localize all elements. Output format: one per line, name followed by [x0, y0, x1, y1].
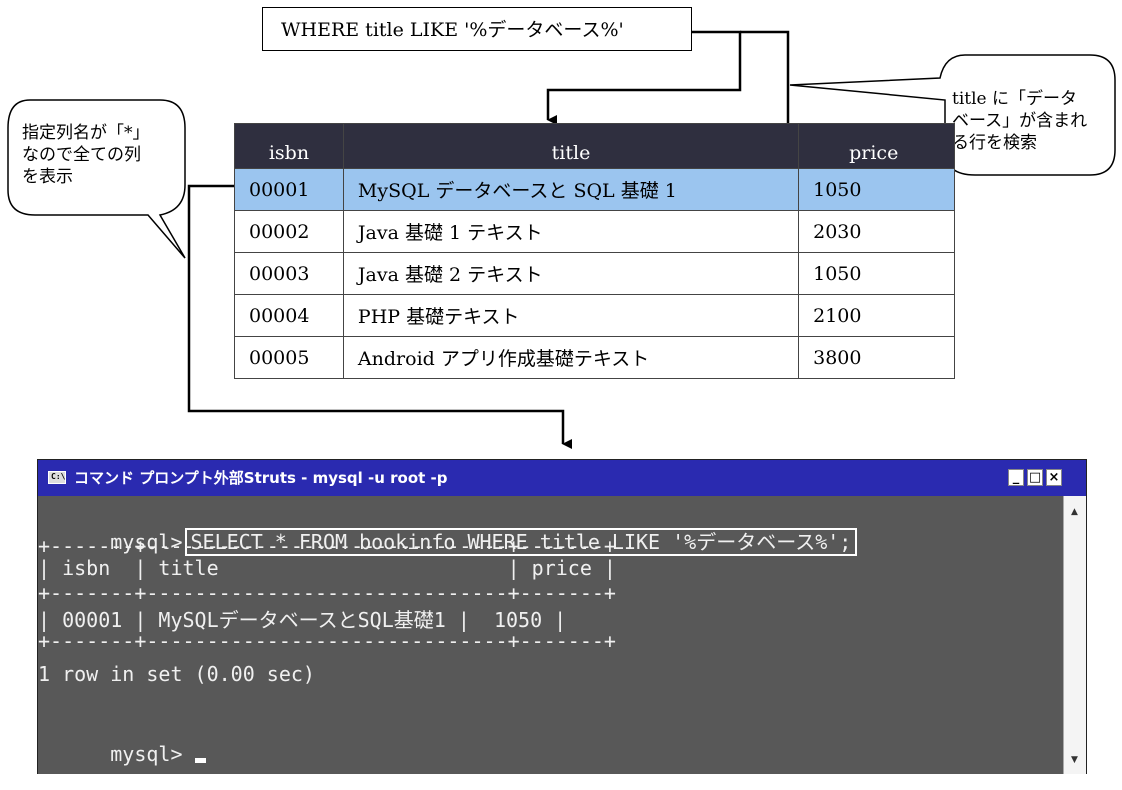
right-callout-line: ベース」が含まれ [952, 111, 1088, 131]
vertical-scrollbar[interactable]: ▲ ▼ [1063, 496, 1086, 774]
prompt-line: mysql> [38, 718, 206, 790]
cell-title: Java 基礎 2 テキスト [342, 252, 800, 295]
scroll-up-icon[interactable]: ▲ [1067, 504, 1082, 520]
terminal-line: +-------+------------------------------+… [38, 534, 616, 558]
table-row: 00004 PHP 基礎テキスト 2100 [234, 294, 955, 337]
table-row: 00002 Java 基礎 1 テキスト 2030 [234, 210, 955, 253]
cell-price: 1050 [798, 168, 955, 211]
cell-price: 1050 [798, 252, 955, 295]
table-row: 00005 Android アプリ作成基礎テキスト 3800 [234, 336, 955, 379]
cell-isbn: 00005 [234, 336, 344, 379]
table-row: 00001 MySQL データベースと SQL 基礎 1 1050 [234, 168, 955, 211]
bookinfo-table: isbn title price 00001 MySQL データベースと SQL… [234, 123, 955, 379]
cursor [194, 758, 206, 763]
command-prompt-window[interactable]: C:\ コマンド プロンプト外部Struts - mysql -u root -… [37, 459, 1087, 774]
cell-isbn: 00003 [234, 252, 344, 295]
terminal-line: +-------+------------------------------+… [38, 629, 616, 653]
close-button[interactable]: × [1046, 469, 1062, 486]
query-clause-box: WHERE title LIKE '%データベース%' [262, 7, 692, 51]
table-header-row: isbn title price [234, 123, 955, 169]
cell-isbn: 00004 [234, 294, 344, 337]
console-icon: C:\ [48, 471, 66, 484]
left-callout-line: を表示 [22, 167, 73, 187]
window-title: コマンド プロンプト外部Struts - mysql -u root -p [74, 469, 448, 487]
terminal-line: +-------+------------------------------+… [38, 581, 616, 605]
header-title: title [342, 123, 800, 169]
cell-title: MySQL データベースと SQL 基礎 1 [342, 168, 800, 211]
right-callout-line: title に「データ [952, 89, 1078, 109]
right-callout-line: る行を検索 [952, 133, 1037, 153]
cell-price: 2100 [798, 294, 955, 337]
right-callout-text: title に「データ ベース」が含まれ る行を検索 [952, 88, 1112, 154]
maximize-button[interactable]: □ [1027, 469, 1043, 486]
cell-isbn: 00001 [234, 168, 344, 211]
terminal-line: | isbn | title | price | [38, 556, 616, 580]
cell-price: 2030 [798, 210, 955, 253]
header-price: price [798, 123, 955, 169]
window-titlebar[interactable]: C:\ コマンド プロンプト外部Struts - mysql -u root -… [38, 460, 1086, 496]
terminal-output[interactable]: mysql> SELECT * FROM bookinfo WHERE title… [38, 496, 1063, 774]
terminal-line: 1 row in set (0.00 sec) [38, 662, 315, 686]
left-callout-text: 指定列名が「*」 なので全ての列 を表示 [22, 122, 182, 188]
header-isbn: isbn [234, 123, 344, 169]
cell-isbn: 00002 [234, 210, 344, 253]
minimize-button[interactable]: _ [1008, 469, 1024, 486]
left-callout-line: なので全ての列 [22, 145, 141, 165]
cell-title: Java 基礎 1 テキスト [342, 210, 800, 253]
table-row: 00003 Java 基礎 2 テキスト 1050 [234, 252, 955, 295]
cell-title: PHP 基礎テキスト [342, 294, 800, 337]
prompt-text: mysql> [110, 742, 183, 766]
query-to-callout-line [740, 30, 790, 123]
cell-title: Android アプリ作成基礎テキスト [342, 336, 800, 379]
cell-price: 3800 [798, 336, 955, 379]
left-callout-line: 指定列名が「*」 [22, 123, 150, 143]
scroll-down-icon[interactable]: ▼ [1067, 752, 1082, 768]
